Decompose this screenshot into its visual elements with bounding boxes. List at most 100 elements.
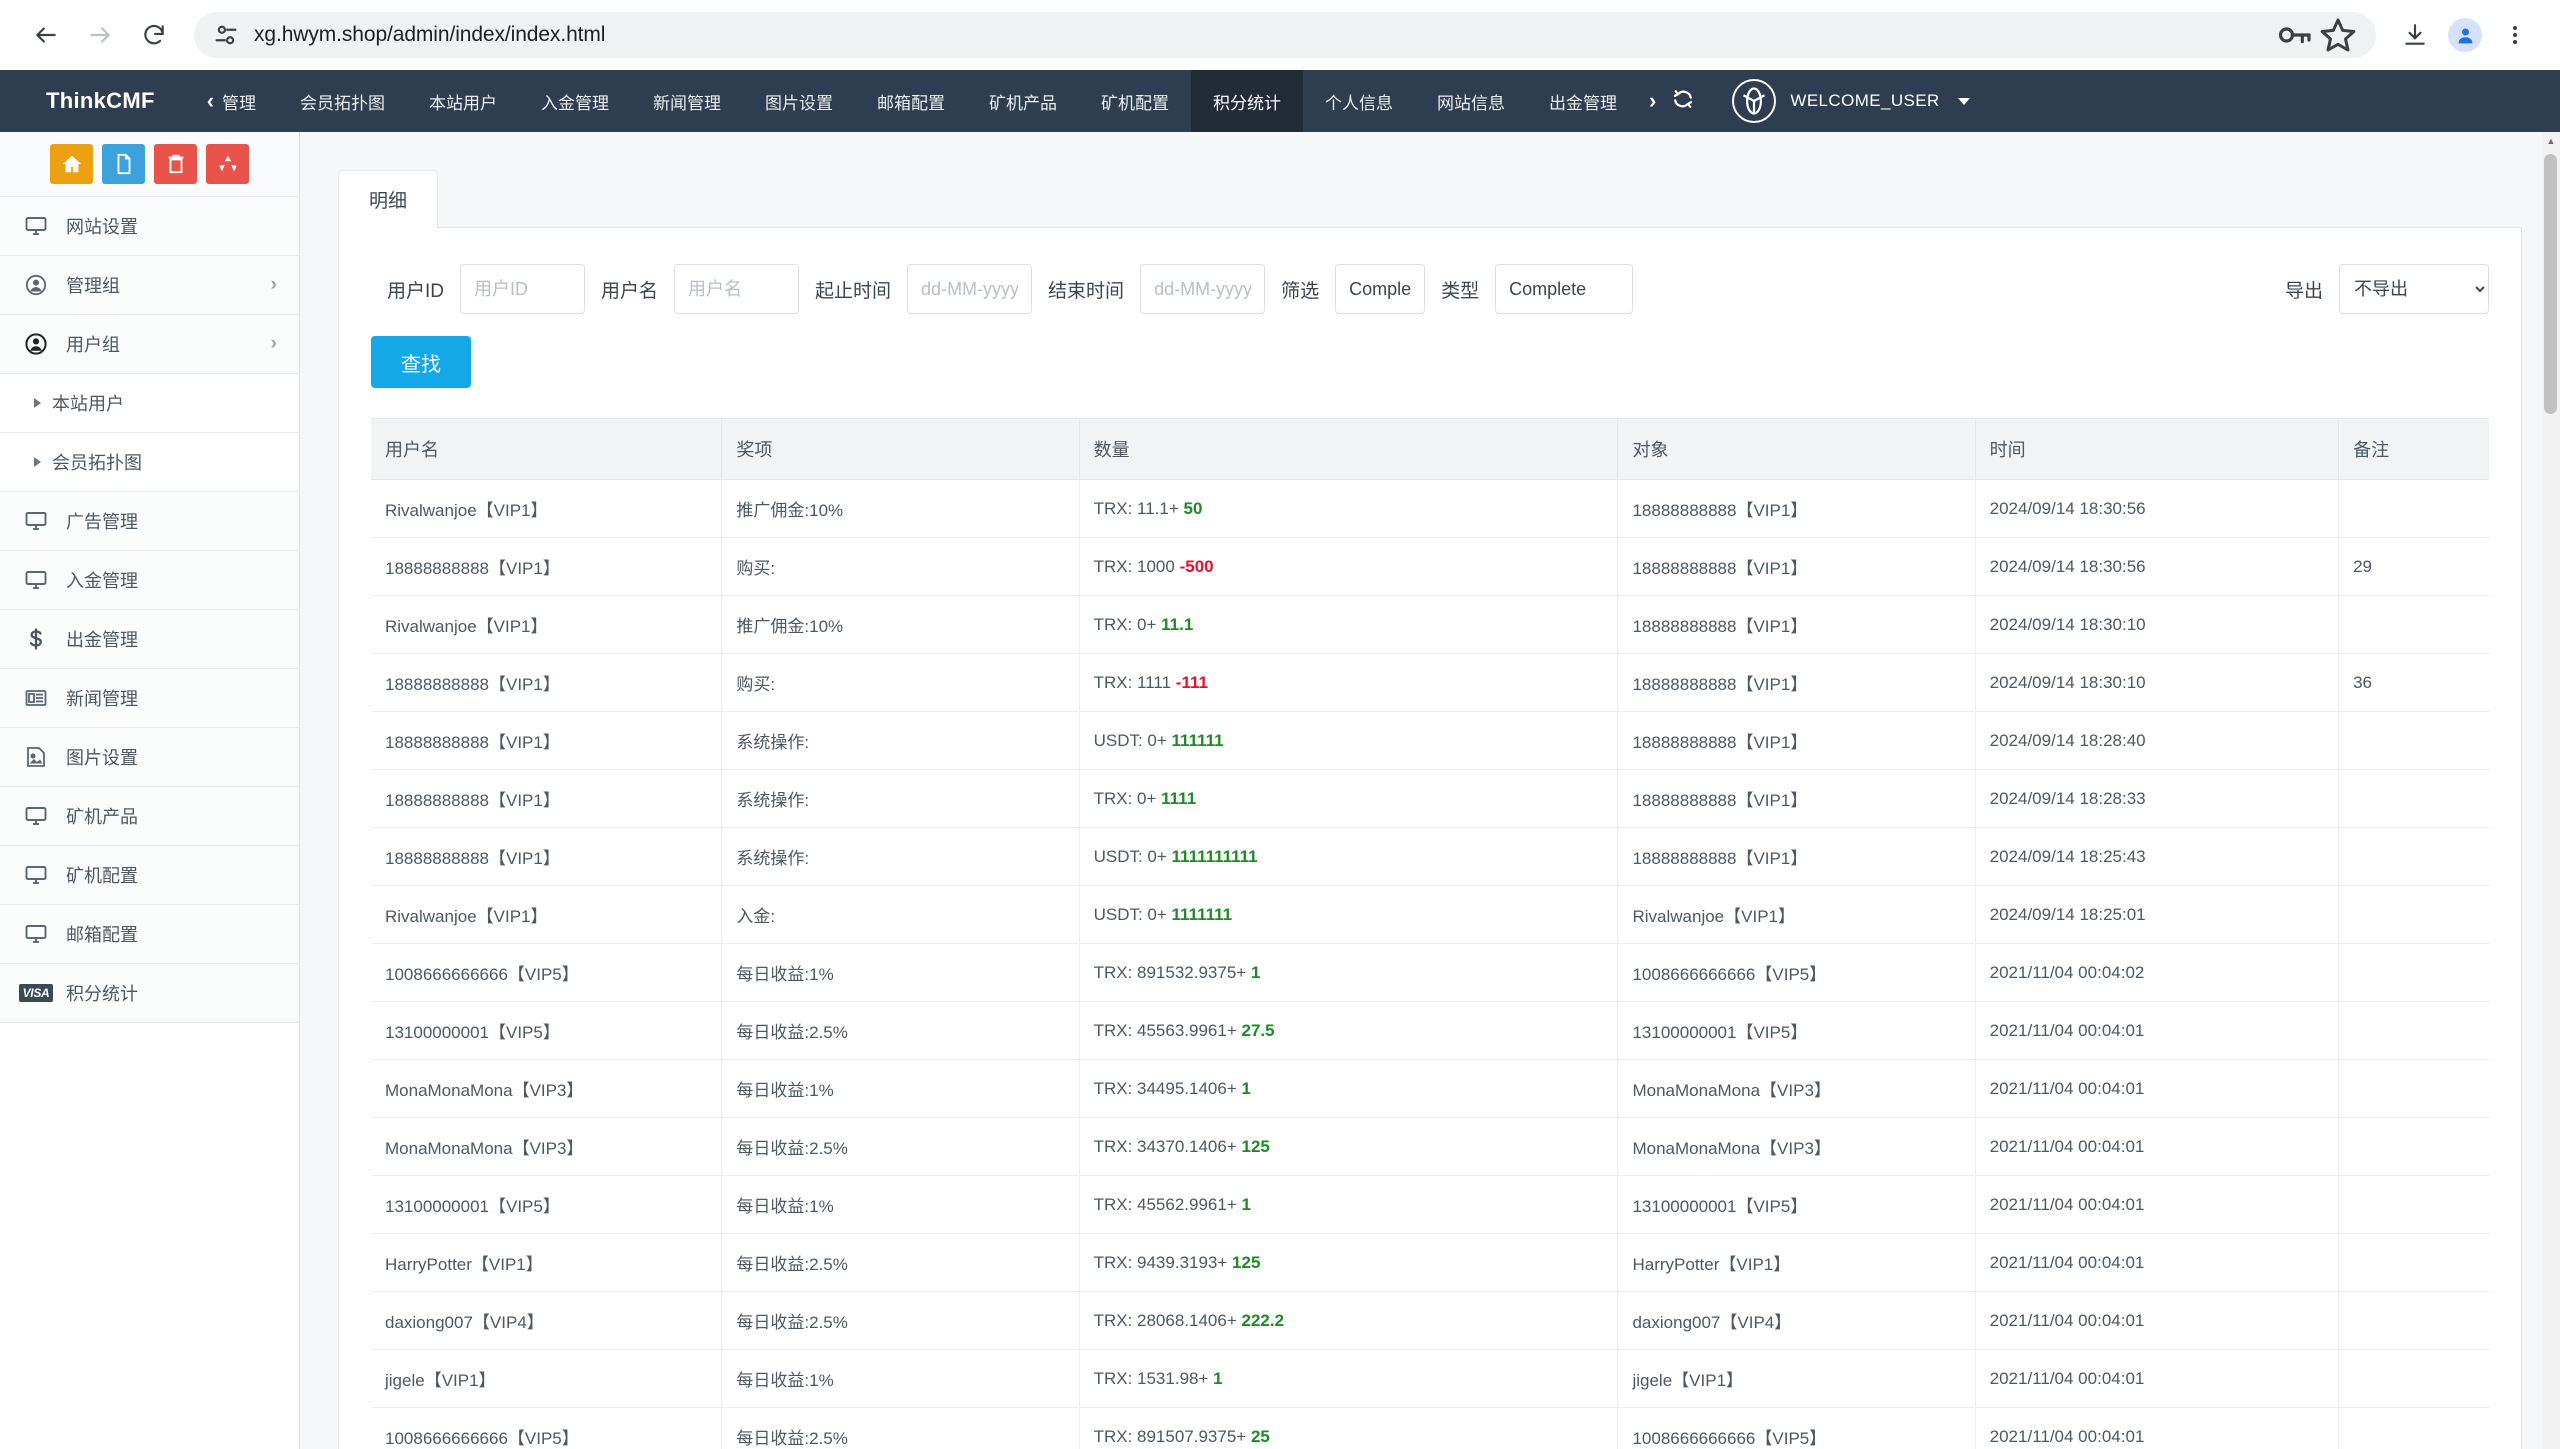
cell-object: 18888888888【VIP1】 — [1618, 770, 1975, 828]
end-time-input[interactable] — [1140, 264, 1265, 314]
reload-icon — [141, 22, 167, 48]
sidebar-item-13[interactable]: VISA积分统计 — [0, 964, 299, 1023]
profile-avatar-icon — [2448, 18, 2482, 52]
table-row: MonaMonaMona【VIP3】每日收益:1%TRX: 34495.1406… — [371, 1060, 2489, 1118]
user-menu[interactable]: WELCOME_USER — [1732, 70, 2003, 132]
cell-award: 每日收益:1% — [722, 1060, 1079, 1118]
home-button[interactable] — [50, 144, 93, 184]
cell-object: 18888888888【VIP1】 — [1618, 828, 1975, 886]
sidebar-item-5[interactable]: 广告管理 — [0, 492, 299, 551]
cell-amount: TRX: 45563.9961+ 27.5 — [1079, 1002, 1618, 1060]
cell-object: 18888888888【VIP1】 — [1618, 538, 1975, 596]
sidebar-item-8[interactable]: 新闻管理 — [0, 669, 299, 728]
cell-object: 13100000001【VIP5】 — [1618, 1176, 1975, 1234]
cell-object: MonaMonaMona【VIP3】 — [1618, 1118, 1975, 1176]
cell-amount: TRX: 34495.1406+ 1 — [1079, 1060, 1618, 1118]
reload-button[interactable] — [130, 11, 178, 59]
nav-item-12[interactable]: 出金管理 — [1527, 70, 1639, 132]
nav-item-0[interactable]: ‹管理 — [185, 70, 278, 132]
sidebar-item-label: 图片设置 — [66, 744, 277, 770]
home-icon — [61, 153, 83, 175]
amount-delta: 111111 — [1172, 731, 1224, 750]
back-arrow-icon — [33, 22, 59, 48]
amount-delta: 1111 — [1161, 789, 1196, 808]
cell-note — [2339, 1176, 2489, 1234]
nav-item-4[interactable]: 新闻管理 — [631, 70, 743, 132]
sidebar-item-6[interactable]: 入金管理 — [0, 551, 299, 610]
table-row: 18888888888【VIP1】系统操作:USDT: 0+ 111111111… — [371, 828, 2489, 886]
sidebar-item-label: 入金管理 — [66, 567, 277, 593]
scroll-up-arrow[interactable]: ▲ — [2542, 132, 2560, 150]
cell-note: 36 — [2339, 654, 2489, 712]
cell-note — [2339, 828, 2489, 886]
nav-item-9[interactable]: 积分统计 — [1191, 70, 1303, 132]
nav-item-10[interactable]: 个人信息 — [1303, 70, 1415, 132]
nav-item-8[interactable]: 矿机配置 — [1079, 70, 1191, 132]
userid-input[interactable] — [460, 264, 585, 314]
nav-item-7[interactable]: 矿机产品 — [967, 70, 1079, 132]
scrollbar-thumb[interactable] — [2544, 154, 2557, 414]
start-time-input[interactable] — [907, 264, 1032, 314]
table-row: 18888888888【VIP1】购买:TRX: 1111 -111188888… — [371, 654, 2489, 712]
browser-menu-button[interactable] — [2492, 12, 2538, 58]
nav-item-1[interactable]: 会员拓扑图 — [278, 70, 407, 132]
type-input[interactable] — [1495, 264, 1633, 314]
sidebar-item-0[interactable]: 网站设置 — [0, 197, 299, 256]
search-button[interactable]: 查找 — [371, 336, 471, 388]
sidebar-item-9[interactable]: 图片设置 — [0, 728, 299, 787]
recycle-button[interactable] — [206, 144, 249, 184]
filter-export: 导出 不导出 — [2269, 264, 2489, 314]
vertical-scrollbar[interactable]: ▲ — [2542, 132, 2560, 1449]
cell-object: 18888888888【VIP1】 — [1618, 712, 1975, 770]
sidebar-item-2[interactable]: 用户组› — [0, 315, 299, 374]
back-button[interactable] — [22, 11, 70, 59]
nav-item-label: 本站用户 — [429, 89, 497, 114]
address-bar[interactable]: xg.hwym.shop/admin/index/index.html — [194, 12, 2376, 58]
delete-button[interactable] — [154, 144, 197, 184]
download-button[interactable] — [2392, 12, 2438, 58]
tab-detail[interactable]: 明细 — [338, 170, 438, 228]
cell-amount: TRX: 9439.3193+ 125 — [1079, 1234, 1618, 1292]
table-head: 用户名奖项数量对象时间备注 — [371, 419, 2489, 480]
next-chevron-icon[interactable]: › — [1649, 90, 1656, 112]
nav-item-label: 图片设置 — [765, 89, 833, 114]
refresh-icon[interactable] — [1672, 88, 1694, 114]
sidebar-item-7[interactable]: 出金管理 — [0, 610, 299, 669]
userid-label: 用户ID — [371, 276, 460, 303]
table-row: 1008666666666【VIP5】每日收益:2.5%TRX: 891507.… — [371, 1408, 2489, 1449]
new-file-button[interactable] — [102, 144, 145, 184]
nav-item-5[interactable]: 图片设置 — [743, 70, 855, 132]
site-settings-icon[interactable] — [212, 21, 240, 49]
cell-time: 2024/09/14 18:30:56 — [1975, 538, 2338, 596]
nav-item-label: 积分统计 — [1213, 89, 1281, 114]
username-input[interactable] — [674, 264, 799, 314]
sidebar-item-12[interactable]: 邮箱配置 — [0, 905, 299, 964]
cell-note — [2339, 480, 2489, 538]
cell-award: 每日收益:2.5% — [722, 1002, 1079, 1060]
screen-input[interactable] — [1335, 264, 1425, 314]
sidebar-item-10[interactable]: 矿机产品 — [0, 787, 299, 846]
password-key-icon[interactable] — [2274, 15, 2314, 55]
nav-item-6[interactable]: 邮箱配置 — [855, 70, 967, 132]
cell-award: 系统操作: — [722, 770, 1079, 828]
nav-item-3[interactable]: 入金管理 — [519, 70, 631, 132]
cell-username: daxiong007【VIP4】 — [371, 1292, 722, 1350]
nav-item-2[interactable]: 本站用户 — [407, 70, 519, 132]
brand-logo[interactable]: ThinkCMF — [0, 70, 185, 132]
sidebar-item-4[interactable]: 会员拓扑图 — [0, 433, 299, 492]
monitor-icon — [22, 568, 50, 592]
sidebar-item-3[interactable]: 本站用户 — [0, 374, 299, 433]
nav-item-11[interactable]: 网站信息 — [1415, 70, 1527, 132]
cell-note — [2339, 1002, 2489, 1060]
profile-button[interactable] — [2442, 12, 2488, 58]
cell-username: MonaMonaMona【VIP3】 — [371, 1060, 722, 1118]
cell-username: Rivalwanjoe【VIP1】 — [371, 886, 722, 944]
cell-object: 18888888888【VIP1】 — [1618, 596, 1975, 654]
forward-button[interactable] — [76, 11, 124, 59]
cell-amount: TRX: 11.1+ 50 — [1079, 480, 1618, 538]
bookmark-star-icon[interactable] — [2318, 15, 2358, 55]
export-select[interactable]: 不导出 — [2339, 264, 2489, 314]
sidebar-item-1[interactable]: 管理组› — [0, 256, 299, 315]
sidebar-item-11[interactable]: 矿机配置 — [0, 846, 299, 905]
cell-award: 购买: — [722, 654, 1079, 712]
